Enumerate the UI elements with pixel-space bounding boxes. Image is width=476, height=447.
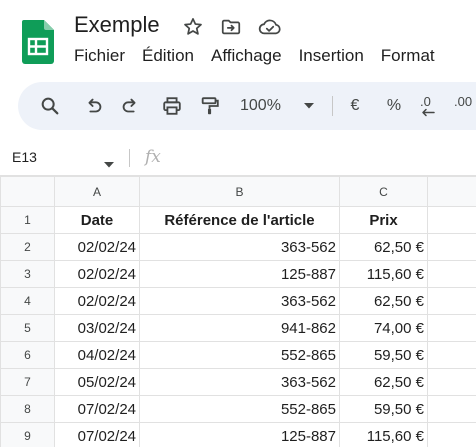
menu-affichage[interactable]: Affichage (203, 44, 291, 68)
column-header-a[interactable]: A (54, 176, 140, 207)
row-header[interactable]: 4 (0, 287, 55, 315)
name-box[interactable]: E13 (12, 149, 37, 165)
formula-bar-divider (129, 149, 130, 167)
table-row: 8 07/02/24 552-865 59,50 € (0, 395, 476, 423)
row-header[interactable]: 9 (0, 422, 55, 447)
table-row: 4 02/02/24 363-562 62,50 € (0, 287, 476, 315)
toolbar: 100% € % .0 .00 (18, 82, 476, 130)
cell-a9[interactable]: 07/02/24 (54, 422, 140, 447)
row-header[interactable]: 5 (0, 314, 55, 342)
google-sheets-logo[interactable] (22, 20, 54, 64)
spreadsheet-grid: A B C 1 Date Référence de l'article Prix… (0, 176, 476, 447)
cell-b8[interactable]: 552-865 (139, 395, 340, 423)
cell-a2[interactable]: 02/02/24 (54, 233, 140, 261)
cell-c5[interactable]: 74,00 € (339, 314, 428, 342)
cell-b1[interactable]: Référence de l'article (139, 206, 340, 234)
cell-d6[interactable] (427, 341, 476, 369)
cell-a5[interactable]: 03/02/24 (54, 314, 140, 342)
menu-bar: Fichier Édition Affichage Insertion Form… (66, 44, 444, 68)
cell-b5[interactable]: 941-862 (139, 314, 340, 342)
move-to-folder-icon[interactable] (220, 16, 242, 38)
column-header-c[interactable]: C (339, 176, 428, 207)
formula-bar: E13 fx (0, 140, 476, 176)
cell-a1[interactable]: Date (54, 206, 140, 234)
row-header[interactable]: 2 (0, 233, 55, 261)
cell-a4[interactable]: 02/02/24 (54, 287, 140, 315)
search-icon[interactable] (38, 94, 62, 118)
print-icon[interactable] (160, 94, 184, 118)
select-all-corner[interactable] (0, 176, 55, 207)
table-row: 9 07/02/24 125-887 115,60 € (0, 422, 476, 447)
zoom-value: 100% (240, 97, 281, 114)
name-box-dropdown-icon[interactable] (104, 155, 114, 173)
document-title[interactable]: Exemple (74, 12, 160, 38)
cell-a3[interactable]: 02/02/24 (54, 260, 140, 288)
table-row: 1 Date Référence de l'article Prix (0, 206, 476, 234)
cell-d1[interactable] (427, 206, 476, 234)
decrease-decimals-label: .0 (420, 94, 431, 109)
undo-icon[interactable] (82, 94, 106, 118)
cell-d3[interactable] (427, 260, 476, 288)
cell-b7[interactable]: 363-562 (139, 368, 340, 396)
row-header[interactable]: 6 (0, 341, 55, 369)
table-row: 5 03/02/24 941-862 74,00 € (0, 314, 476, 342)
cell-a8[interactable]: 07/02/24 (54, 395, 140, 423)
redo-icon[interactable] (118, 94, 142, 118)
cell-d5[interactable] (427, 314, 476, 342)
percent-format-button[interactable]: % (384, 94, 404, 118)
row-header[interactable]: 1 (0, 206, 55, 234)
cell-c6[interactable]: 59,50 € (339, 341, 428, 369)
toolbar-divider (332, 96, 333, 116)
star-icon[interactable] (182, 16, 204, 38)
zoom-dropdown-icon[interactable] (302, 94, 316, 118)
cloud-saved-icon[interactable] (258, 16, 281, 38)
menu-fichier[interactable]: Fichier (66, 44, 134, 68)
column-header-row: A B C (0, 176, 476, 207)
cell-b6[interactable]: 552-865 (139, 341, 340, 369)
cell-b9[interactable]: 125-887 (139, 422, 340, 447)
cell-d7[interactable] (427, 368, 476, 396)
arrow-left-icon (422, 108, 435, 117)
row-header[interactable]: 8 (0, 395, 55, 423)
cell-c8[interactable]: 59,50 € (339, 395, 428, 423)
cell-a6[interactable]: 04/02/24 (54, 341, 140, 369)
row-header[interactable]: 7 (0, 368, 55, 396)
row-header[interactable]: 3 (0, 260, 55, 288)
cell-c1[interactable]: Prix (339, 206, 428, 234)
cell-c4[interactable]: 62,50 € (339, 287, 428, 315)
table-row: 2 02/02/24 363-562 62,50 € (0, 233, 476, 261)
cell-d4[interactable] (427, 287, 476, 315)
cell-a7[interactable]: 05/02/24 (54, 368, 140, 396)
cell-d9[interactable] (427, 422, 476, 447)
paint-format-icon[interactable] (198, 94, 222, 118)
table-row: 7 05/02/24 363-562 62,50 € (0, 368, 476, 396)
table-row: 6 04/02/24 552-865 59,50 € (0, 341, 476, 369)
cell-b4[interactable]: 363-562 (139, 287, 340, 315)
menu-insertion[interactable]: Insertion (291, 44, 373, 68)
cell-c9[interactable]: 115,60 € (339, 422, 428, 447)
menu-format[interactable]: Format (373, 44, 444, 68)
cell-c7[interactable]: 62,50 € (339, 368, 428, 396)
cell-d8[interactable] (427, 395, 476, 423)
cell-d2[interactable] (427, 233, 476, 261)
cell-c3[interactable]: 115,60 € (339, 260, 428, 288)
zoom-select[interactable]: 100% (240, 94, 292, 118)
increase-decimals-button[interactable]: .00 (454, 94, 476, 118)
cell-b3[interactable]: 125-887 (139, 260, 340, 288)
fx-icon: fx (145, 147, 161, 167)
cell-c2[interactable]: 62,50 € (339, 233, 428, 261)
app-header: Exemple Fichier Édition Affichage Insert… (0, 0, 476, 80)
cell-b2[interactable]: 363-562 (139, 233, 340, 261)
increase-decimals-label: .00 (454, 94, 473, 109)
decrease-decimals-button[interactable]: .0 (420, 94, 444, 118)
menu-edition[interactable]: Édition (134, 44, 203, 68)
table-row: 3 02/02/24 125-887 115,60 € (0, 260, 476, 288)
column-header-d[interactable] (427, 176, 476, 207)
column-header-b[interactable]: B (139, 176, 340, 207)
currency-format-button[interactable]: € (346, 94, 364, 118)
